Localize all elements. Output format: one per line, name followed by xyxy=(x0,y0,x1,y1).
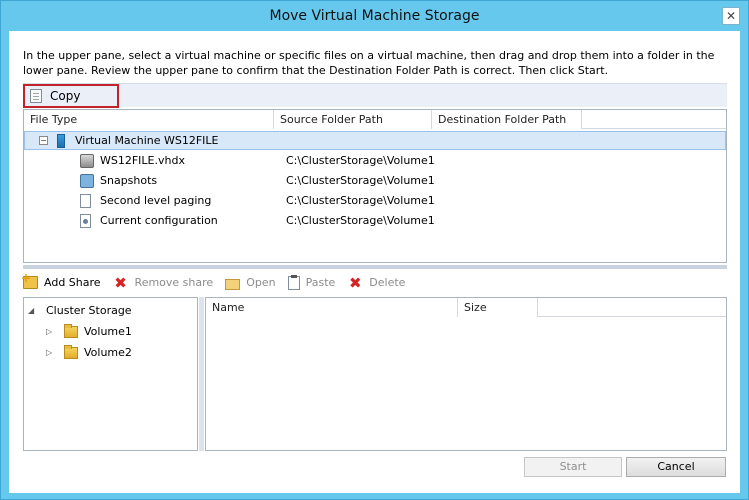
remove-share-button[interactable]: ✖ Remove share xyxy=(113,273,214,292)
tree-node-label: Volume2 xyxy=(84,346,132,359)
tree-node-volume2[interactable]: ▷ Volume2 xyxy=(46,343,132,362)
copy-button[interactable]: Copy xyxy=(23,84,119,108)
document-icon xyxy=(30,89,42,103)
folder-contents-pane[interactable]: Name Size xyxy=(205,297,727,451)
vm-row[interactable]: − Virtual Machine WS12FILE xyxy=(24,131,726,150)
file-name: Second level paging xyxy=(100,194,212,207)
add-share-label: Add Share xyxy=(44,276,101,289)
delete-label: Delete xyxy=(369,276,406,289)
close-button[interactable]: ✕ xyxy=(722,7,740,25)
move-storage-window: Move Virtual Machine Storage ✕ In the up… xyxy=(0,0,749,500)
upper-header-row: File Type Source Folder Path Destination… xyxy=(24,110,726,129)
open-label: Open xyxy=(246,276,276,289)
file-name: Snapshots xyxy=(100,174,158,187)
tree-node-label: Volume1 xyxy=(84,325,132,338)
dialog-client-area: In the upper pane, select a virtual mach… xyxy=(9,31,740,493)
config-icon xyxy=(80,213,91,228)
copy-toolbar: Copy xyxy=(23,83,727,108)
file-name: Current configuration xyxy=(100,214,218,227)
file-row[interactable]: WS12FILE.vhdx xyxy=(80,151,185,170)
pane-splitter[interactable] xyxy=(23,265,727,269)
delete-button[interactable]: ✖ Delete xyxy=(347,275,405,291)
file-row[interactable]: Snapshots xyxy=(80,171,157,190)
snapshot-icon xyxy=(80,173,94,188)
file-source-path: C:\ClusterStorage\Volume1 xyxy=(286,154,435,167)
paste-label: Paste xyxy=(305,276,336,289)
delete-icon: ✖ xyxy=(348,273,362,292)
start-button[interactable]: Start xyxy=(524,457,622,477)
window-title: Move Virtual Machine Storage xyxy=(269,8,480,24)
vm-files-pane[interactable]: File Type Source Folder Path Destination… xyxy=(23,109,727,263)
lower-header-row: Name Size xyxy=(206,298,726,317)
collapse-toggle[interactable]: − xyxy=(39,136,48,145)
folder-icon xyxy=(64,323,78,338)
tree-node-label: Cluster Storage xyxy=(46,304,132,317)
column-name[interactable]: Name xyxy=(206,298,458,317)
open-folder-icon xyxy=(225,278,241,290)
paste-button[interactable]: Paste xyxy=(287,274,336,290)
column-file-type[interactable]: File Type xyxy=(24,110,274,129)
file-row[interactable]: Second level paging xyxy=(80,191,211,210)
expanded-triangle-icon[interactable]: ◢ xyxy=(28,301,38,320)
remove-icon: ✖ xyxy=(114,273,127,292)
column-source-folder-path[interactable]: Source Folder Path xyxy=(274,110,432,129)
collapsed-triangle-icon[interactable]: ▷ xyxy=(46,322,56,341)
vertical-splitter[interactable] xyxy=(199,297,204,451)
folder-icon xyxy=(64,344,78,359)
disk-icon xyxy=(80,153,94,168)
file-source-path: C:\ClusterStorage\Volume1 xyxy=(286,214,435,227)
paste-icon xyxy=(287,274,300,290)
tree-node-cluster-storage[interactable]: ◢ Cluster Storage xyxy=(28,301,132,320)
file-row[interactable]: Current configuration xyxy=(80,211,218,230)
file-source-path: C:\ClusterStorage\Volume1 xyxy=(286,174,435,187)
cancel-button[interactable]: Cancel xyxy=(626,457,726,477)
file-name: WS12FILE.vhdx xyxy=(100,154,185,167)
vm-label: Virtual Machine WS12FILE xyxy=(75,134,219,147)
server-icon xyxy=(57,133,65,148)
page-icon xyxy=(80,193,91,208)
folder-tree-pane[interactable]: ◢ Cluster Storage ▷ Volume1 ▷ Volume2 xyxy=(23,297,198,451)
open-button[interactable]: Open xyxy=(225,276,276,290)
file-source-path: C:\ClusterStorage\Volume1 xyxy=(286,194,435,207)
share-toolbar: Add Share ✖ Remove share Open Paste ✖ De… xyxy=(21,270,727,295)
add-share-icon xyxy=(21,271,38,289)
remove-share-label: Remove share xyxy=(134,276,214,289)
tree-node-volume1[interactable]: ▷ Volume1 xyxy=(46,322,132,341)
column-size[interactable]: Size xyxy=(458,298,538,317)
column-destination-folder-path[interactable]: Destination Folder Path xyxy=(432,110,582,129)
instructions-text: In the upper pane, select a virtual mach… xyxy=(23,49,715,77)
copy-button-label: Copy xyxy=(50,89,81,103)
add-share-button[interactable]: Add Share xyxy=(21,271,101,289)
collapsed-triangle-icon[interactable]: ▷ xyxy=(46,343,56,362)
